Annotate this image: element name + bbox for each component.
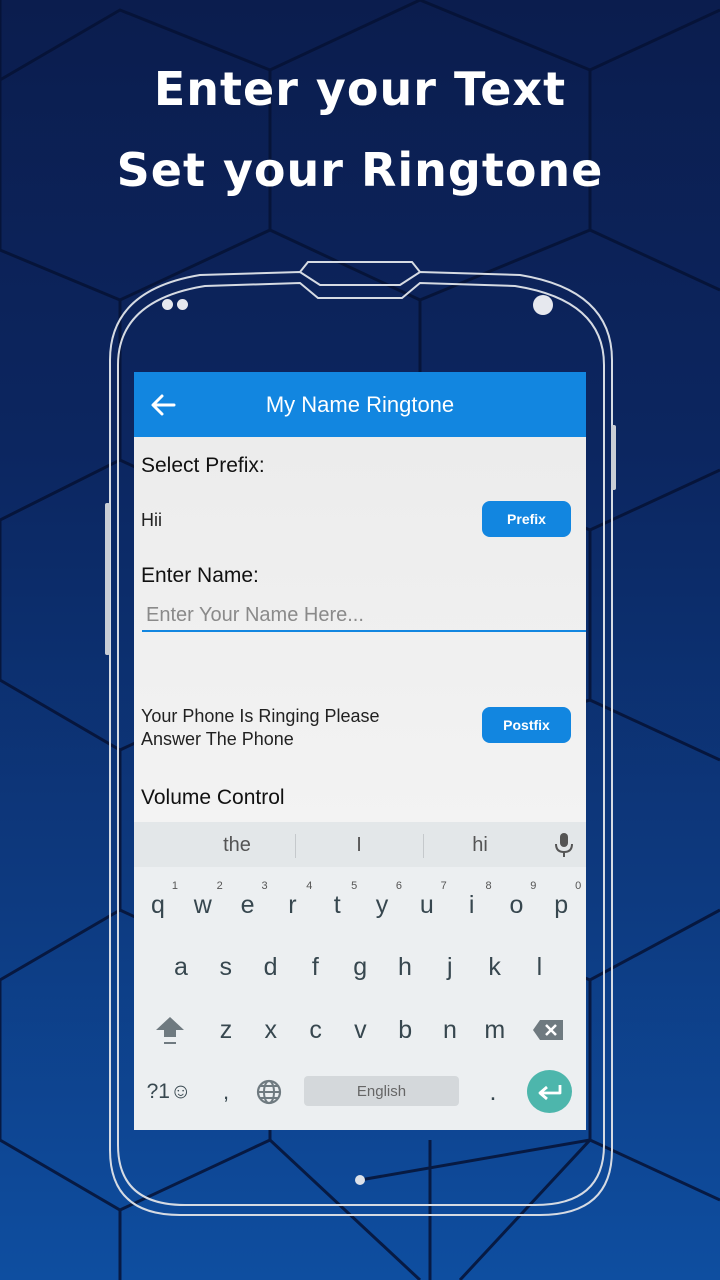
key-label: t (333, 891, 341, 919)
voice-input-button[interactable] (554, 832, 574, 863)
prefix-button[interactable]: Prefix (482, 501, 571, 537)
soft-keyboard: the I hi q1w2e3r4t5y6u7i8o9p0 asdfghjkl (134, 822, 586, 1130)
key-h[interactable]: h (383, 937, 427, 997)
key-x[interactable]: x (249, 1000, 293, 1060)
suggestion-item[interactable]: I (314, 834, 404, 857)
enter-key[interactable] (527, 1070, 572, 1113)
key-row-3: zxcvbnm (134, 1000, 586, 1060)
suggestion-item[interactable]: hi (435, 834, 525, 857)
postfix-value: Your Phone Is Ringing Please Answer The … (141, 705, 380, 751)
mic-icon (555, 833, 573, 857)
key-label: q (151, 891, 165, 919)
key-p[interactable]: p0 (539, 875, 583, 935)
key-a[interactable]: a (159, 937, 203, 997)
key-z[interactable]: z (204, 1000, 248, 1060)
form-content: Select Prefix: Hii Prefix Enter Name: Yo… (134, 437, 586, 822)
comma-key[interactable]: , (204, 1062, 248, 1122)
key-l[interactable]: l (517, 937, 561, 997)
key-number-hint: 1 (171, 880, 178, 892)
app-screen: My Name Ringtone Select Prefix: Hii Pref… (134, 372, 586, 1130)
key-o[interactable]: o9 (494, 875, 538, 935)
key-u[interactable]: u7 (405, 875, 449, 935)
key-k[interactable]: k (473, 937, 517, 997)
sensor-dot (162, 299, 173, 310)
postfix-button[interactable]: Postfix (482, 707, 571, 743)
promo-headline-line1: Enter your Text (153, 62, 567, 116)
select-prefix-label: Select Prefix: (141, 454, 265, 477)
key-label: i (468, 891, 475, 919)
phone-side-button-right (611, 425, 616, 490)
shift-icon (156, 1017, 184, 1044)
key-label: y (375, 891, 389, 919)
key-d[interactable]: d (249, 937, 293, 997)
period-key[interactable]: . (471, 1062, 515, 1122)
app-title: My Name Ringtone (265, 392, 455, 417)
key-row-2: asdfghjkl (134, 937, 586, 997)
key-row-1: q1w2e3r4t5y6u7i8o9p0 (134, 875, 586, 935)
key-v[interactable]: v (338, 1000, 382, 1060)
prefix-value: Hii (141, 510, 162, 530)
suggestion-divider (423, 834, 424, 858)
key-n[interactable]: n (428, 1000, 472, 1060)
key-number-hint: 3 (261, 880, 268, 892)
key-number-hint: 2 (216, 880, 223, 892)
key-label: e (240, 891, 255, 919)
suggestion-item[interactable]: the (192, 834, 282, 857)
key-q[interactable]: q1 (136, 875, 180, 935)
language-key[interactable] (247, 1062, 291, 1122)
key-y[interactable]: y6 (360, 875, 404, 935)
symbols-key[interactable]: ?1☺ (144, 1062, 194, 1122)
key-number-hint: 5 (351, 880, 358, 892)
key-number-hint: 8 (485, 880, 492, 892)
key-label: u (419, 891, 434, 919)
key-t[interactable]: t5 (315, 875, 359, 935)
name-input[interactable] (142, 600, 586, 632)
key-label: w (193, 891, 212, 919)
key-m[interactable]: m (473, 1000, 517, 1060)
key-f[interactable]: f (293, 937, 337, 997)
suggestion-divider (295, 834, 296, 858)
key-number-hint: 4 (306, 880, 313, 892)
phone-side-button-left (105, 503, 110, 655)
key-number-hint: 7 (440, 880, 447, 892)
shift-key[interactable] (148, 1000, 192, 1060)
key-label: p (554, 891, 569, 919)
key-number-hint: 9 (530, 880, 537, 892)
key-e[interactable]: e3 (226, 875, 270, 935)
backspace-key[interactable] (526, 1000, 570, 1060)
phone-sensors (162, 299, 188, 310)
home-indicator (355, 1175, 365, 1185)
key-c[interactable]: c (294, 1000, 338, 1060)
globe-icon (256, 1079, 282, 1105)
key-row-4: ?1☺ , English . (134, 1062, 586, 1122)
suggestion-bar: the I hi (134, 822, 586, 867)
postfix-value-line1: Your Phone Is Ringing Please (141, 706, 380, 726)
key-label: r (288, 891, 297, 919)
key-number-hint: 0 (575, 880, 582, 892)
key-s[interactable]: s (204, 937, 248, 997)
key-g[interactable]: g (338, 937, 382, 997)
enter-icon (538, 1084, 561, 1100)
key-r[interactable]: r4 (270, 875, 314, 935)
space-key[interactable]: English (304, 1076, 459, 1106)
postfix-value-line2: Answer The Phone (141, 729, 294, 749)
enter-name-label: Enter Name: (141, 564, 259, 587)
volume-control-label: Volume Control (141, 786, 285, 809)
key-label: o (509, 891, 524, 919)
app-bar: My Name Ringtone (134, 372, 586, 437)
key-b[interactable]: b (383, 1000, 427, 1060)
key-w[interactable]: w2 (181, 875, 225, 935)
backspace-icon (533, 1020, 563, 1040)
key-j[interactable]: j (428, 937, 472, 997)
sensor-dot (177, 299, 188, 310)
promo-headline-line2: Set your Ringtone (116, 143, 604, 197)
front-camera (533, 295, 553, 315)
key-number-hint: 6 (395, 880, 402, 892)
key-i[interactable]: i8 (450, 875, 494, 935)
